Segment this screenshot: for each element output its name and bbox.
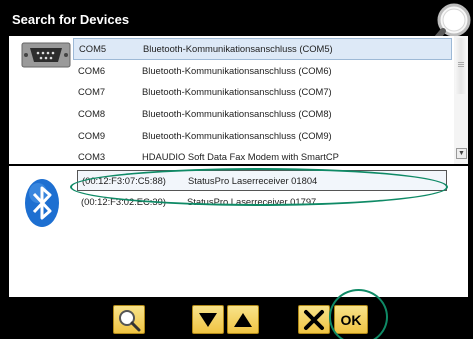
search-devices-window: Search for Devices COM5 Bluetooth-Kommun… xyxy=(0,0,473,339)
port-description: Bluetooth-Kommunikationsanschluss (COM8) xyxy=(142,108,332,120)
com-port-list: COM5 Bluetooth-Kommunikationsanschluss (… xyxy=(73,38,452,168)
port-description: Bluetooth-Kommunikationsanschluss (COM6) xyxy=(142,64,332,76)
com-port-row[interactable]: COM3 HDAUDIO Soft Data Fax Modem with Sm… xyxy=(73,146,452,168)
port-description: Bluetooth-Kommunikationsanschluss (COM7) xyxy=(142,86,332,98)
port-name: COM7 xyxy=(78,86,106,98)
com-port-row[interactable]: COM9 Bluetooth-Kommunikationsanschluss (… xyxy=(73,124,452,146)
port-description: Bluetooth-Kommunikationsanschluss (COM9) xyxy=(142,129,332,141)
ok-label: OK xyxy=(340,311,362,328)
port-name: COM9 xyxy=(78,129,106,141)
device-name: StatusPro Laserreceiver 01804 xyxy=(188,175,318,186)
com-list-scrollbar[interactable]: ▼ xyxy=(454,36,468,164)
port-name: COM8 xyxy=(78,108,106,120)
com-port-row[interactable]: COM5 Bluetooth-Kommunikationsanschluss (… xyxy=(73,38,452,60)
com-port-row[interactable]: COM8 Bluetooth-Kommunikationsanschluss (… xyxy=(73,103,452,125)
serial-port-icon xyxy=(21,42,71,68)
search-button[interactable] xyxy=(113,305,145,334)
device-address: (00:12:F3:07:C5:88) xyxy=(82,175,166,186)
arrow-down-icon xyxy=(199,312,217,327)
port-description: Bluetooth-Kommunikationsanschluss (COM5) xyxy=(143,43,333,55)
arrow-up-icon xyxy=(234,312,252,327)
search-icon xyxy=(119,309,141,331)
bottom-toolbar: OK xyxy=(0,297,473,339)
port-name: COM3 xyxy=(78,151,106,163)
bluetooth-device-panel: (00:12:F3:07:C5:88) StatusPro Laserrecei… xyxy=(9,166,468,297)
port-name: COM5 xyxy=(79,43,107,55)
ok-button[interactable]: OK xyxy=(334,305,368,334)
bluetooth-device-row[interactable]: (00:12:F3:02:EC:39) StatusPro Laserrecei… xyxy=(77,191,447,212)
grip-icon xyxy=(458,62,464,63)
scroll-thumb[interactable] xyxy=(455,38,467,94)
bluetooth-icon xyxy=(25,179,59,227)
title-bar: Search for Devices xyxy=(0,0,473,47)
port-name: COM6 xyxy=(78,64,106,76)
bluetooth-device-list: (00:12:F3:07:C5:88) StatusPro Laserrecei… xyxy=(77,170,447,212)
device-address: (00:12:F3:02:EC:39) xyxy=(81,196,166,207)
scroll-down-button[interactable]: ▼ xyxy=(456,148,467,159)
com-port-panel: COM5 Bluetooth-Kommunikationsanschluss (… xyxy=(9,36,468,164)
bluetooth-device-row[interactable]: (00:12:F3:07:C5:88) StatusPro Laserrecei… xyxy=(77,170,447,191)
com-port-row[interactable]: COM7 Bluetooth-Kommunikationsanschluss (… xyxy=(73,81,452,103)
com-port-row[interactable]: COM6 Bluetooth-Kommunikationsanschluss (… xyxy=(73,60,452,82)
move-up-button[interactable] xyxy=(227,305,259,334)
port-description: HDAUDIO Soft Data Fax Modem with SmartCP xyxy=(142,151,339,163)
device-name: StatusPro Laserreceiver 01797 xyxy=(187,196,317,207)
window-title: Search for Devices xyxy=(12,12,130,27)
cancel-button[interactable] xyxy=(298,305,330,334)
close-icon xyxy=(304,309,324,330)
move-down-button[interactable] xyxy=(192,305,224,334)
